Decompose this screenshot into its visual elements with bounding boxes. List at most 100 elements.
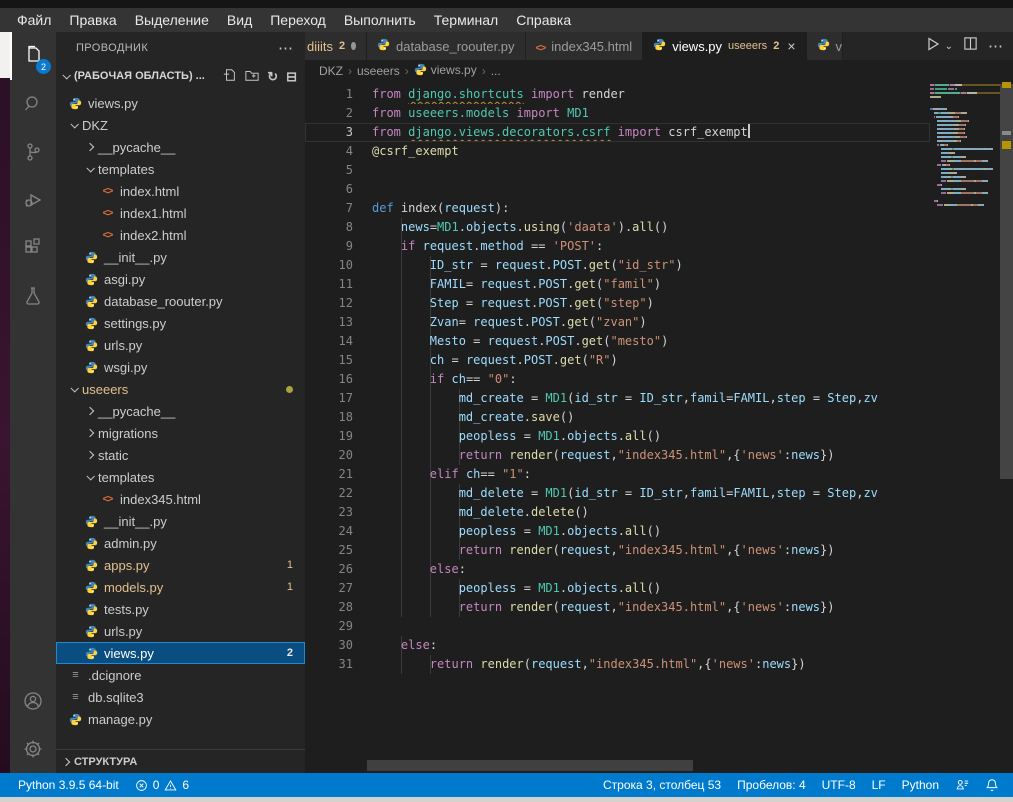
encoding-status[interactable]: UTF-8 bbox=[822, 778, 856, 792]
code-line-9[interactable]: 9 if request.method == 'POST': bbox=[305, 237, 930, 256]
minimap[interactable] bbox=[930, 84, 1000, 208]
code-line-30[interactable]: 30 else: bbox=[305, 636, 930, 655]
menu-Переход[interactable]: Переход bbox=[261, 8, 335, 32]
tree-item-index.html[interactable]: <>index.html bbox=[56, 180, 305, 202]
tree-item-migrations[interactable]: migrations bbox=[56, 422, 305, 444]
code-line-6[interactable]: 6 bbox=[305, 180, 930, 199]
outline-section-header[interactable]: СТРУКТУРА bbox=[56, 749, 305, 773]
tab-index345.html[interactable]: <>index345.html bbox=[526, 32, 644, 60]
breadcrumb-item-views.py[interactable]: views.py bbox=[414, 63, 477, 79]
tree-item-__pycache__[interactable]: __pycache__ bbox=[56, 136, 305, 158]
cursor-position-status[interactable]: Строка 3, столбец 53 bbox=[603, 778, 721, 792]
tree-item-.dcignore[interactable]: ≡.dcignore bbox=[56, 664, 305, 686]
code-line-19[interactable]: 19 peopless = MD1.objects.all() bbox=[305, 427, 930, 446]
tab-views.py[interactable]: views.pyuseeers2× bbox=[643, 32, 806, 60]
workspace-section-header[interactable]: (РАБОЧАЯ ОБЛАСТЬ) ... ↻ ⊟ bbox=[56, 64, 305, 88]
python-interpreter-status[interactable]: Python 3.9.5 64-bit bbox=[18, 778, 119, 792]
code-line-16[interactable]: 16 if ch== "0": bbox=[305, 370, 930, 389]
tree-item-DKZ[interactable]: DKZ bbox=[56, 114, 305, 136]
language-mode-status[interactable]: Python bbox=[902, 778, 939, 792]
tree-item-database_roouter.py[interactable]: database_roouter.py bbox=[56, 290, 305, 312]
code-line-12[interactable]: 12 Step = request.POST.get("step") bbox=[305, 294, 930, 313]
tree-item-index1.html[interactable]: <>index1.html bbox=[56, 202, 305, 224]
sidebar-more-actions-icon[interactable]: ⋯ bbox=[278, 39, 293, 57]
tree-item-admin.py[interactable]: admin.py bbox=[56, 532, 305, 554]
settings-gear-icon[interactable] bbox=[10, 725, 56, 773]
split-editor-icon[interactable] bbox=[963, 36, 978, 56]
code-line-8[interactable]: 8 news=MD1.objects.using('daata').all() bbox=[305, 218, 930, 237]
feedback-icon[interactable] bbox=[955, 778, 969, 792]
tree-item-static[interactable]: static bbox=[56, 444, 305, 466]
tree-item-asgi.py[interactable]: asgi.py bbox=[56, 268, 305, 290]
tree-item-tests.py[interactable]: tests.py bbox=[56, 598, 305, 620]
menu-Файл[interactable]: Файл bbox=[8, 8, 60, 32]
code-line-22[interactable]: 22 md_delete = MD1(id_str = ID_str,famil… bbox=[305, 484, 930, 503]
breadcrumb-item-...[interactable]: ... bbox=[491, 64, 501, 78]
code-line-4[interactable]: 4@csrf_exempt bbox=[305, 142, 930, 161]
testing-icon[interactable] bbox=[10, 272, 56, 320]
new-file-icon[interactable] bbox=[223, 68, 237, 85]
tree-item-index2.html[interactable]: <>index2.html bbox=[56, 224, 305, 246]
menu-Правка[interactable]: Правка bbox=[60, 8, 125, 32]
code-line-7[interactable]: 7def index(request): bbox=[305, 199, 930, 218]
code-line-25[interactable]: 25 return render(request,"index345.html"… bbox=[305, 541, 930, 560]
code-line-2[interactable]: 2from useeers.models import MD1 bbox=[305, 104, 930, 123]
tree-item-__init__.py[interactable]: __init__.py bbox=[56, 246, 305, 268]
close-icon[interactable]: × bbox=[787, 38, 795, 54]
tab-vie[interactable]: vie bbox=[807, 32, 843, 60]
tree-item-templates[interactable]: templates bbox=[56, 466, 305, 488]
code-line-1[interactable]: 1from django.shortcuts import render bbox=[305, 85, 930, 104]
tree-item-models.py[interactable]: models.py1 bbox=[56, 576, 305, 598]
tree-item-useeers[interactable]: useeers bbox=[56, 378, 305, 400]
tree-item-views.py[interactable]: views.py bbox=[56, 92, 305, 114]
tree-item-settings.py[interactable]: settings.py bbox=[56, 312, 305, 334]
code-line-18[interactable]: 18 md_create.save() bbox=[305, 408, 930, 427]
problems-status[interactable]: 0 6 bbox=[135, 778, 189, 792]
code-line-5[interactable]: 5 bbox=[305, 161, 930, 180]
menu-Выполнить[interactable]: Выполнить bbox=[335, 8, 425, 32]
tree-item-urls.py[interactable]: urls.py bbox=[56, 620, 305, 642]
code-line-26[interactable]: 26 else: bbox=[305, 560, 930, 579]
tree-item-index345.html[interactable]: <>index345.html bbox=[56, 488, 305, 510]
code-line-13[interactable]: 13 Zvan= request.POST.get("zvan") bbox=[305, 313, 930, 332]
tree-item-db.sqlite3[interactable]: ≡db.sqlite3 bbox=[56, 686, 305, 708]
collapse-all-icon[interactable]: ⊟ bbox=[286, 70, 297, 83]
vertical-scrollbar[interactable] bbox=[1000, 82, 1013, 773]
new-folder-icon[interactable] bbox=[245, 68, 259, 85]
tree-item-templates[interactable]: templates bbox=[56, 158, 305, 180]
tree-item-urls.py[interactable]: urls.py bbox=[56, 334, 305, 356]
horizontal-scrollbar-thumb[interactable] bbox=[367, 760, 693, 771]
menu-Вид[interactable]: Вид bbox=[218, 8, 261, 32]
menu-Выделение[interactable]: Выделение bbox=[126, 8, 218, 32]
notifications-bell-icon[interactable] bbox=[985, 778, 999, 792]
tree-item-views.py[interactable]: views.py2 bbox=[56, 642, 305, 664]
code-line-15[interactable]: 15 ch = request.POST.get("R") bbox=[305, 351, 930, 370]
code-line-27[interactable]: 27 peopless = MD1.objects.all() bbox=[305, 579, 930, 598]
tree-item-apps.py[interactable]: apps.py1 bbox=[56, 554, 305, 576]
code-line-24[interactable]: 24 peopless = MD1.objects.all() bbox=[305, 522, 930, 541]
menu-Терминал[interactable]: Терминал bbox=[425, 8, 507, 32]
account-icon[interactable] bbox=[10, 677, 56, 725]
code-line-11[interactable]: 11 FAMIL= request.POST.get("famil") bbox=[305, 275, 930, 294]
indentation-status[interactable]: Пробелов: 4 bbox=[737, 778, 806, 792]
code-line-28[interactable]: 28 return render(request,"index345.html"… bbox=[305, 598, 930, 617]
code-line-23[interactable]: 23 md_delete.delete() bbox=[305, 503, 930, 522]
editor-more-actions-icon[interactable]: ⋯ bbox=[988, 37, 1003, 55]
tab-diiits[interactable]: diiits2 bbox=[305, 32, 367, 60]
run-button[interactable] bbox=[925, 36, 941, 57]
source-control-icon[interactable] bbox=[10, 128, 56, 176]
explorer-icon[interactable]: 2 bbox=[10, 32, 56, 80]
tab-database_roouter.py[interactable]: database_roouter.py bbox=[367, 32, 526, 60]
breadcrumb-item-DKZ[interactable]: DKZ bbox=[319, 64, 343, 78]
code-line-31[interactable]: 31 return render(request,"index345.html"… bbox=[305, 655, 930, 674]
refresh-icon[interactable]: ↻ bbox=[267, 70, 278, 83]
search-icon[interactable] bbox=[10, 80, 56, 128]
extensions-icon[interactable] bbox=[10, 224, 56, 272]
code-editor[interactable]: 1from django.shortcuts import render2fro… bbox=[305, 82, 1013, 773]
tree-item-__pycache__[interactable]: __pycache__ bbox=[56, 400, 305, 422]
tree-item-__init__.py[interactable]: __init__.py bbox=[56, 510, 305, 532]
code-line-10[interactable]: 10 ID_str = request.POST.get("id_str") bbox=[305, 256, 930, 275]
code-line-21[interactable]: 21 elif ch== "1": bbox=[305, 465, 930, 484]
run-debug-icon[interactable] bbox=[10, 176, 56, 224]
code-line-3[interactable]: 3from django.views.decorators.csrf impor… bbox=[305, 123, 930, 142]
